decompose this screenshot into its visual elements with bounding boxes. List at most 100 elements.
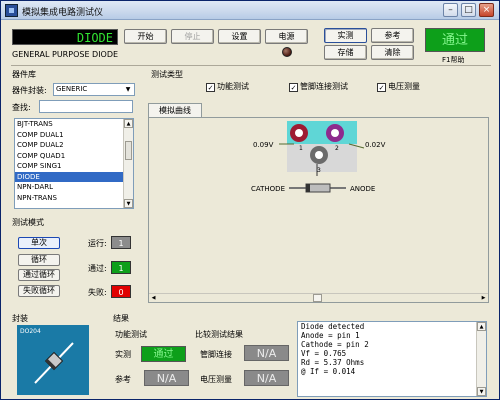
voltage-measure-value: N/A — [244, 370, 289, 386]
check-icon[interactable]: ✓ — [206, 83, 215, 92]
log-line: @ If = 0.014 — [301, 367, 356, 376]
clear-button[interactable]: 清除 — [371, 45, 414, 60]
diode-package-icon — [34, 342, 74, 384]
pin2-voltage: 0.02V — [365, 141, 386, 149]
power-led-indicator — [282, 47, 292, 57]
mode-loop-button[interactable]: 循环 — [18, 254, 60, 266]
scroll-left-icon[interactable]: ◀ — [149, 294, 158, 302]
library-title: 器件库 — [12, 70, 36, 79]
scroll-right-icon[interactable]: ▶ — [479, 294, 488, 302]
cathode-label: CATHODE — [251, 185, 285, 193]
function-test-checkbox[interactable]: ✓ 功能测试 — [206, 81, 249, 92]
compare-results-heading: 比较测试结果 — [195, 330, 243, 339]
list-item[interactable]: DIODE — [15, 171, 133, 182]
package-preview: DO204 — [17, 325, 89, 395]
log-line: Vf = 0.765 — [301, 349, 347, 358]
scroll-down-icon[interactable]: ▼ — [124, 199, 133, 208]
diagram-hscrollbar[interactable]: ◀ ▶ — [149, 293, 488, 302]
result-log-scrollbar[interactable]: ▲ ▼ — [476, 322, 486, 396]
pin1-voltage: 0.09V — [253, 141, 274, 149]
list-item[interactable]: COMP SING1 — [15, 161, 133, 172]
device-type-label: GENERAL PURPOSE DIODE — [12, 50, 119, 59]
pass-count-value: 1 — [111, 261, 131, 274]
pin3-socket-hole — [315, 151, 323, 159]
actual-result-label: 实测 — [115, 350, 131, 359]
overall-result-display: 通过 — [425, 28, 485, 52]
pass-count-label: 通过: — [88, 264, 107, 273]
result-log[interactable]: Diode detected Anode = pin 1 Cathode = pin… — [297, 321, 487, 397]
list-item[interactable]: NPN-TRANS — [15, 193, 133, 204]
device-list[interactable]: BJT-TRANS COMP DUAL1 COMP DUAL2 COMP QUAD1 C… — [14, 118, 134, 209]
scroll-thumb[interactable] — [125, 141, 132, 160]
app-window: 模拟集成电路测试仪 – □ × DIODE GENERAL PURPOSE DI… — [0, 0, 500, 400]
check-icon[interactable]: ✓ — [289, 83, 298, 92]
fail-count-value: 0 — [111, 285, 131, 298]
search-label: 查找: — [12, 103, 31, 112]
start-button[interactable]: 开始 — [124, 29, 167, 44]
scroll-thumb[interactable] — [313, 294, 322, 302]
list-item[interactable]: COMP QUAD1 — [15, 151, 133, 162]
store-button[interactable]: 存储 — [324, 45, 367, 60]
diagram-panel: 0.09V 0.02V 1 2 3 CATHODE ANODE ◀ ▶ — [148, 117, 489, 303]
log-line: Anode = pin 1 — [301, 331, 360, 340]
run-count-value: 1 — [111, 236, 131, 249]
fail-count-label: 失败: — [88, 288, 107, 297]
tab-sim-curve[interactable]: 模拟曲线 — [148, 103, 202, 117]
chevron-down-icon[interactable]: ▼ — [123, 85, 133, 94]
diode-diagram: 0.09V 0.02V 1 2 3 CATHODE ANODE — [251, 121, 386, 193]
test-type-title: 测试类型 — [151, 70, 183, 79]
voltage-measure-label: 电压测量 — [200, 375, 232, 384]
header-separator — [11, 65, 491, 66]
package-label: 器件封装: — [12, 86, 47, 95]
pin-connection-label: 管脚连接 — [200, 350, 232, 359]
test-mode-title: 测试模式 — [12, 218, 44, 227]
scroll-up-icon[interactable]: ▲ — [477, 322, 486, 331]
pin2-number: 2 — [335, 145, 339, 152]
pin-connection-checkbox[interactable]: ✓ 管脚连接测试 — [289, 81, 348, 92]
pin3-number: 3 — [317, 167, 321, 174]
app-icon — [5, 4, 18, 17]
pin1-socket-hole — [295, 129, 303, 137]
package-select[interactable]: GENERIC ▼ — [53, 83, 135, 96]
list-item[interactable]: COMP DUAL2 — [15, 140, 133, 151]
mode-pass-loop-button[interactable]: 通过循环 — [18, 269, 60, 281]
log-line: Rd = 5.37 Ohms — [301, 358, 365, 367]
device-display: DIODE — [12, 29, 118, 45]
close-button[interactable]: × — [479, 3, 494, 17]
pin-connection-value: N/A — [244, 345, 289, 361]
anode-label: ANODE — [350, 185, 375, 193]
stop-button[interactable]: 停止 — [171, 29, 214, 44]
results-title: 结果 — [113, 314, 129, 323]
actual-button[interactable]: 实测 — [324, 28, 367, 43]
scroll-down-icon[interactable]: ▼ — [477, 387, 486, 396]
function-test-heading: 功能测试 — [115, 330, 147, 339]
maximize-button[interactable]: □ — [461, 3, 476, 17]
voltage-measure-checkbox[interactable]: ✓ 电压测量 — [377, 81, 420, 92]
settings-button[interactable]: 设置 — [218, 29, 261, 44]
reference-result-value: N/A — [144, 370, 189, 386]
pin1-number: 1 — [299, 145, 303, 152]
diode-cathode-band — [306, 184, 310, 192]
check-icon[interactable]: ✓ — [377, 83, 386, 92]
log-line: Cathode = pin 2 — [301, 340, 369, 349]
package-select-value: GENERIC — [56, 85, 88, 93]
list-item[interactable]: COMP DUAL1 — [15, 130, 133, 141]
help-hint: F1帮助 — [442, 56, 465, 64]
list-item[interactable]: BJT-TRANS — [15, 119, 133, 130]
scroll-up-icon[interactable]: ▲ — [124, 119, 133, 128]
mode-single-button[interactable]: 单次 — [18, 237, 60, 249]
pin2-socket-hole — [331, 129, 339, 137]
list-item[interactable]: NPN-DARL — [15, 182, 133, 193]
title-bar[interactable]: 模拟集成电路测试仪 – □ × — [1, 1, 499, 20]
minimize-button[interactable]: – — [443, 3, 458, 17]
search-input[interactable] — [39, 100, 133, 113]
device-list-scrollbar[interactable]: ▲ ▼ — [123, 119, 133, 208]
run-count-label: 运行: — [88, 239, 107, 248]
log-line: Diode detected — [301, 322, 365, 331]
reference-button[interactable]: 参考 — [371, 28, 414, 43]
reference-result-label: 参考 — [115, 375, 131, 384]
package-title: 封装 — [12, 314, 28, 323]
power-button[interactable]: 电源 — [265, 29, 308, 44]
mode-fail-loop-button[interactable]: 失败循环 — [18, 285, 60, 297]
window-title: 模拟集成电路测试仪 — [22, 8, 104, 18]
